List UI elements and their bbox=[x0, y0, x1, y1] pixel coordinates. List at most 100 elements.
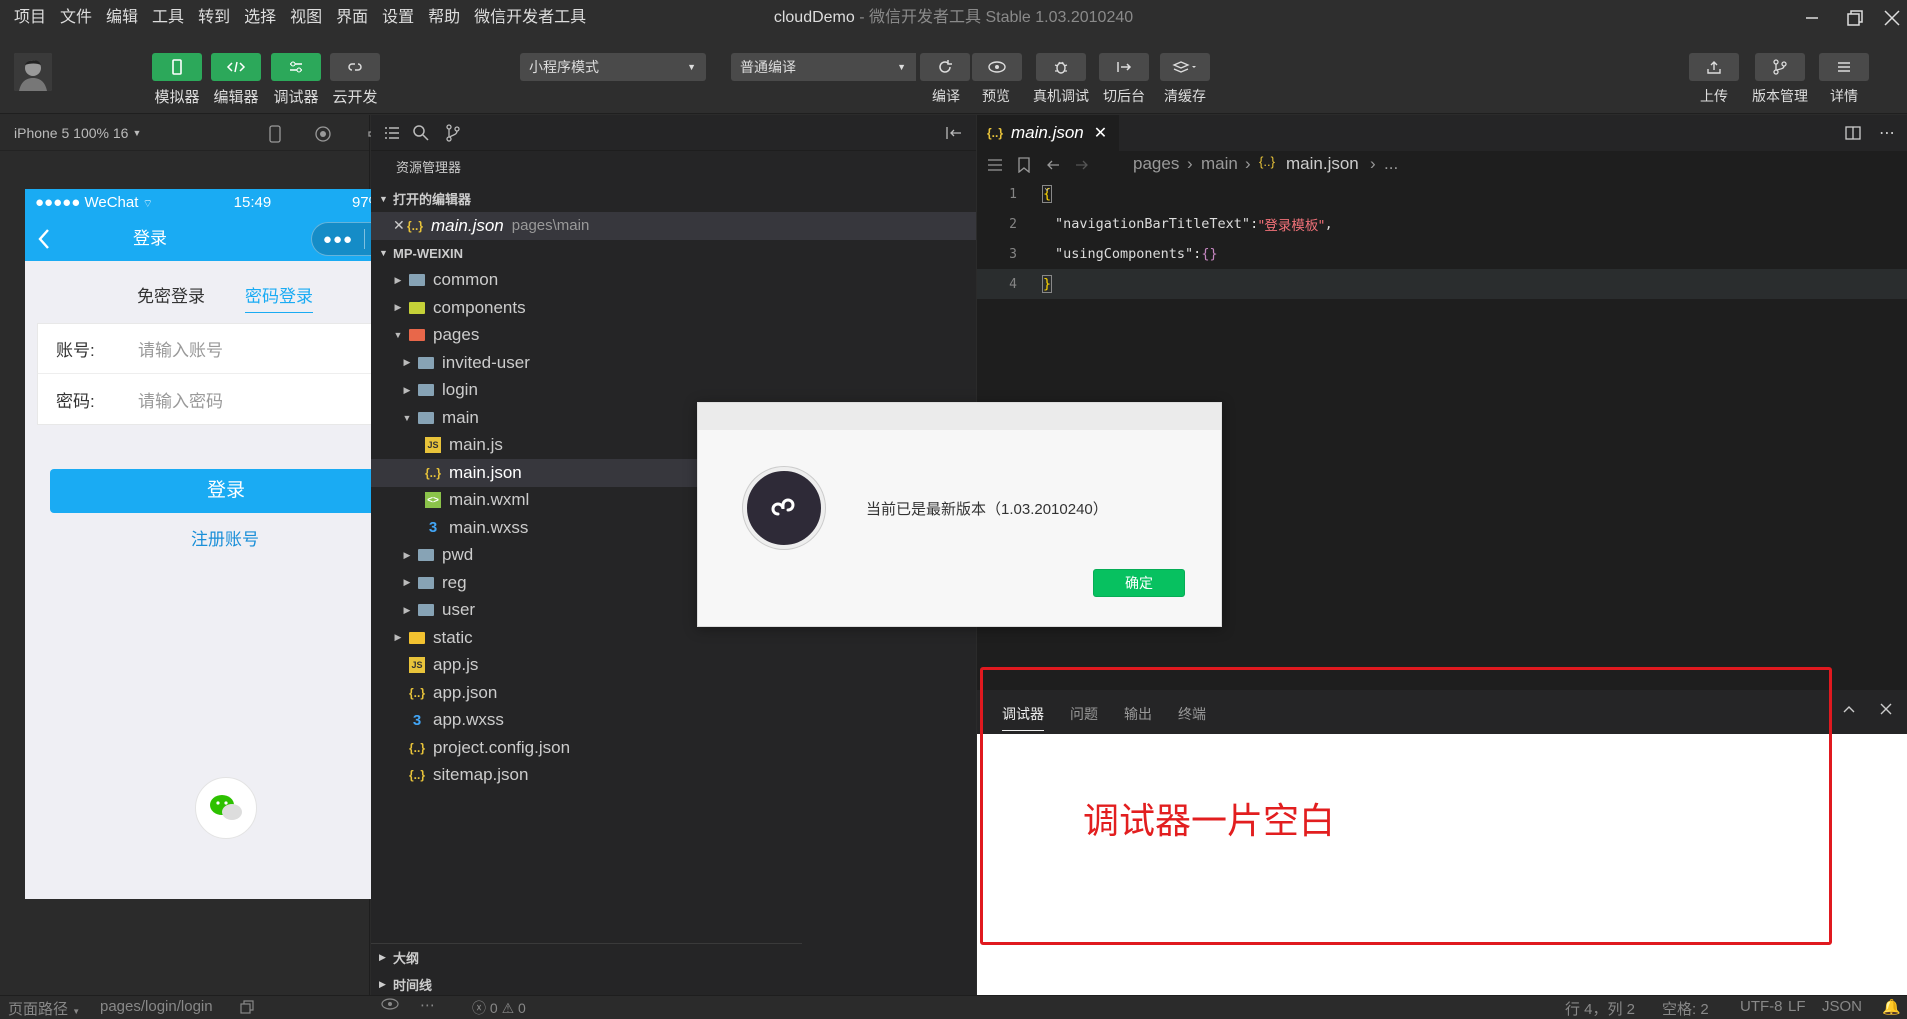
tree-folder-invited-user[interactable]: ▶ invited-user bbox=[371, 349, 976, 377]
close-icon[interactable]: ✕ bbox=[393, 217, 407, 234]
wechat-login-button[interactable] bbox=[195, 777, 257, 839]
background-button[interactable] bbox=[1099, 53, 1149, 81]
json-comma: , bbox=[1324, 216, 1333, 232]
compile-button[interactable] bbox=[920, 53, 970, 81]
menu-goto[interactable]: 转到 bbox=[191, 0, 237, 36]
account-input[interactable]: 请输入账号 bbox=[138, 336, 223, 361]
tree-folder-pages[interactable]: ▼ pages bbox=[371, 322, 976, 350]
menu-project[interactable]: 项目 bbox=[0, 0, 53, 36]
open-editor-item[interactable]: ✕ {..} main.json pages\main bbox=[371, 212, 976, 240]
eol[interactable]: LF bbox=[1788, 998, 1806, 1015]
mode-select[interactable]: 小程序模式 ▼ bbox=[520, 53, 706, 81]
tree-folder-common[interactable]: ▶ common bbox=[371, 267, 976, 295]
project-section[interactable]: ▼ MP-WEIXIN bbox=[371, 240, 976, 267]
menu-settings[interactable]: 设置 bbox=[375, 0, 421, 36]
tree-file-app-json[interactable]: {..} app.json bbox=[371, 679, 976, 707]
record-icon[interactable] bbox=[314, 125, 332, 143]
code-area[interactable]: 1 ⌄ { 2 "navigationBarTitleText": "登录模板"… bbox=[977, 179, 1907, 299]
menu-select[interactable]: 选择 bbox=[237, 0, 283, 36]
tab-password-login[interactable]: 密码登录 bbox=[245, 282, 313, 313]
compile-select[interactable]: 普通编译 ▼ bbox=[731, 53, 916, 81]
avatar[interactable] bbox=[14, 53, 52, 91]
outline-section[interactable]: ▶ 大纲 bbox=[371, 944, 802, 971]
open-editors-section[interactable]: ▼ 打开的编辑器 bbox=[371, 185, 976, 212]
close-icon[interactable]: ✕ bbox=[1094, 123, 1107, 143]
explorer-toolbar bbox=[371, 115, 976, 151]
cloud-dev-button[interactable] bbox=[330, 53, 380, 81]
folder-icon bbox=[418, 604, 434, 617]
maximize-panel-icon[interactable] bbox=[1842, 704, 1856, 714]
simulator-button[interactable] bbox=[152, 53, 202, 81]
preview-button[interactable] bbox=[972, 53, 1022, 81]
more-dots-icon[interactable]: ●●● bbox=[312, 231, 364, 248]
list-icon[interactable] bbox=[384, 125, 400, 141]
phone-outline-icon[interactable] bbox=[268, 125, 282, 143]
page-path-label[interactable]: 页面路径 ▼ bbox=[8, 998, 80, 1019]
register-link[interactable]: 注册账号 bbox=[25, 525, 425, 550]
tree-file-project-config[interactable]: {..} project.config.json bbox=[371, 734, 976, 762]
search-icon[interactable] bbox=[412, 124, 430, 142]
upload-button[interactable] bbox=[1689, 53, 1739, 81]
menu-tools[interactable]: 工具 bbox=[145, 0, 191, 36]
tree-file-sitemap[interactable]: {..} sitemap.json bbox=[371, 762, 976, 790]
version-button[interactable] bbox=[1755, 53, 1805, 81]
menu-interface[interactable]: 界面 bbox=[329, 0, 375, 36]
breadcrumb-main[interactable]: main bbox=[1201, 154, 1238, 174]
debugger-button[interactable] bbox=[271, 53, 321, 81]
copy-icon[interactable] bbox=[240, 1000, 254, 1014]
close-window-icon[interactable] bbox=[1880, 6, 1904, 30]
tree-folder-static[interactable]: ▶ static bbox=[371, 624, 976, 652]
timeline-section[interactable]: ▶ 时间线 bbox=[371, 971, 802, 998]
more-actions-icon[interactable]: ⋯ bbox=[1879, 123, 1895, 143]
dialog-ok-button[interactable]: 确定 bbox=[1093, 569, 1185, 597]
encoding[interactable]: UTF-8 bbox=[1740, 998, 1783, 1015]
eye-icon[interactable] bbox=[380, 997, 400, 1011]
tab-output[interactable]: 输出 bbox=[1124, 694, 1152, 730]
minimize-icon[interactable] bbox=[1800, 6, 1824, 30]
menu-edit[interactable]: 编辑 bbox=[99, 0, 145, 36]
device-select[interactable]: iPhone 5 100% 16 bbox=[14, 125, 128, 141]
git-branch-icon[interactable] bbox=[445, 124, 461, 142]
breadcrumb-file[interactable]: main.json bbox=[1286, 154, 1359, 174]
menu-file[interactable]: 文件 bbox=[53, 0, 99, 36]
editor-button[interactable] bbox=[211, 53, 261, 81]
details-button[interactable] bbox=[1819, 53, 1869, 81]
menu-devtools[interactable]: 微信开发者工具 bbox=[467, 0, 593, 36]
back-icon[interactable] bbox=[1045, 157, 1061, 173]
tree-file-app-js[interactable]: JS app.js bbox=[371, 652, 976, 680]
fold-chevron-icon[interactable]: ⌄ bbox=[1044, 182, 1050, 193]
tree-file-app-wxss[interactable]: 3 app.wxss bbox=[371, 707, 976, 735]
bookmark-icon[interactable] bbox=[1017, 157, 1031, 173]
cursor-position[interactable]: 行 4，列 2 bbox=[1565, 998, 1635, 1019]
breadcrumb-pages[interactable]: pages bbox=[1133, 154, 1179, 174]
debugger-body[interactable] bbox=[977, 734, 1907, 995]
tree-folder-components[interactable]: ▶ components bbox=[371, 294, 976, 322]
menu-view[interactable]: 视图 bbox=[283, 0, 329, 36]
tab-sms-login[interactable]: 免密登录 bbox=[137, 282, 205, 307]
account-row: 账号: 请输入账号 bbox=[38, 324, 413, 374]
editor-tab-main-json[interactable]: {..} main.json ✕ bbox=[977, 115, 1119, 151]
restore-icon[interactable] bbox=[1843, 6, 1867, 30]
tree-folder-login[interactable]: ▶ login bbox=[371, 377, 976, 405]
json-file-icon: {..} bbox=[1259, 154, 1275, 169]
tree-label: static bbox=[433, 627, 473, 647]
list-icon[interactable] bbox=[987, 157, 1003, 173]
tab-problems[interactable]: 问题 bbox=[1070, 694, 1098, 730]
menu-help[interactable]: 帮助 bbox=[421, 0, 467, 36]
login-button[interactable]: 登录 bbox=[50, 469, 402, 513]
more-icon[interactable]: ⋯ bbox=[420, 996, 435, 1014]
bell-icon[interactable]: 🔔 bbox=[1882, 998, 1901, 1016]
split-editor-icon[interactable] bbox=[1844, 125, 1862, 141]
tab-debugger[interactable]: 调试器 bbox=[1002, 694, 1044, 731]
collapse-panel-icon[interactable] bbox=[945, 125, 963, 141]
forward-icon[interactable] bbox=[1074, 157, 1090, 173]
problems-indicator[interactable]: ⓧ 0 ⚠ 0 bbox=[472, 998, 526, 1018]
close-panel-icon[interactable] bbox=[1880, 703, 1892, 715]
indent-info[interactable]: 空格: 2 bbox=[1662, 998, 1709, 1019]
clear-cache-button[interactable] bbox=[1160, 53, 1210, 81]
tab-terminal[interactable]: 终端 bbox=[1178, 694, 1206, 730]
password-input[interactable]: 请输入密码 bbox=[138, 387, 223, 412]
breadcrumb-more[interactable]: ... bbox=[1384, 154, 1398, 174]
real-debug-button[interactable] bbox=[1036, 53, 1086, 81]
language-mode[interactable]: JSON bbox=[1822, 998, 1862, 1015]
